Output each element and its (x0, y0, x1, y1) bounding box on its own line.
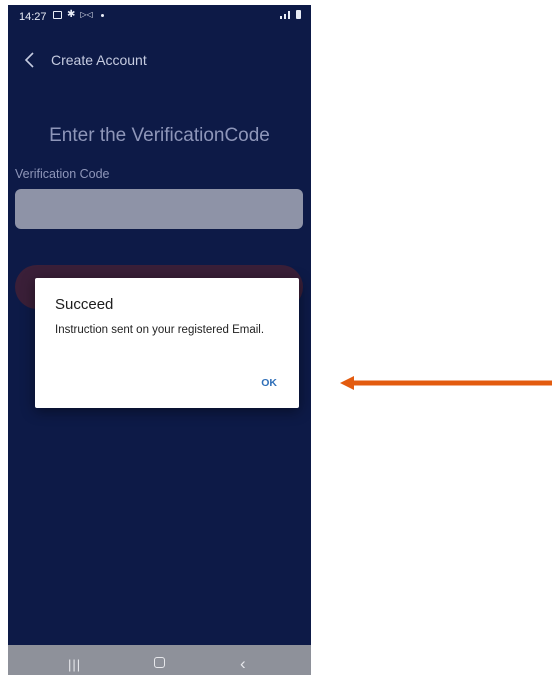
verification-code-label: Verification Code (15, 167, 110, 181)
app-bar: Create Account (8, 45, 311, 75)
notification-icons: ✱ ▷◁ (53, 10, 104, 20)
system-icons (279, 10, 301, 19)
dot-icon (100, 13, 104, 17)
chevron-left-icon[interactable] (20, 50, 40, 70)
arrow-left-icon (340, 376, 552, 390)
home-icon[interactable] (154, 657, 165, 668)
mail-icon: ▷◁ (80, 10, 93, 19)
success-dialog: Succeed Instruction sent on your registe… (35, 278, 299, 408)
verification-code-input[interactable] (15, 189, 303, 229)
ok-button[interactable]: OK (261, 377, 277, 389)
form-heading: Enter the VerificationCode (49, 125, 270, 146)
recents-icon[interactable]: ||| (68, 657, 81, 672)
gallery-icon (53, 11, 62, 19)
phone-screen: 14:27 ✱ ▷◁ Create Account Enter the Veri… (8, 5, 311, 675)
status-bar: 14:27 ✱ ▷◁ (8, 5, 311, 31)
battery-icon (296, 10, 301, 19)
status-time: 14:27 (19, 11, 47, 23)
signal-icon (280, 11, 290, 19)
back-icon[interactable]: ‹ (240, 654, 246, 674)
navigation-bar: ||| ‹ (8, 645, 311, 675)
gear-icon: ✱ (67, 9, 76, 20)
dialog-title: Succeed (55, 296, 114, 313)
dialog-message: Instruction sent on your registered Emai… (55, 324, 265, 336)
page-title: Create Account (51, 52, 147, 68)
